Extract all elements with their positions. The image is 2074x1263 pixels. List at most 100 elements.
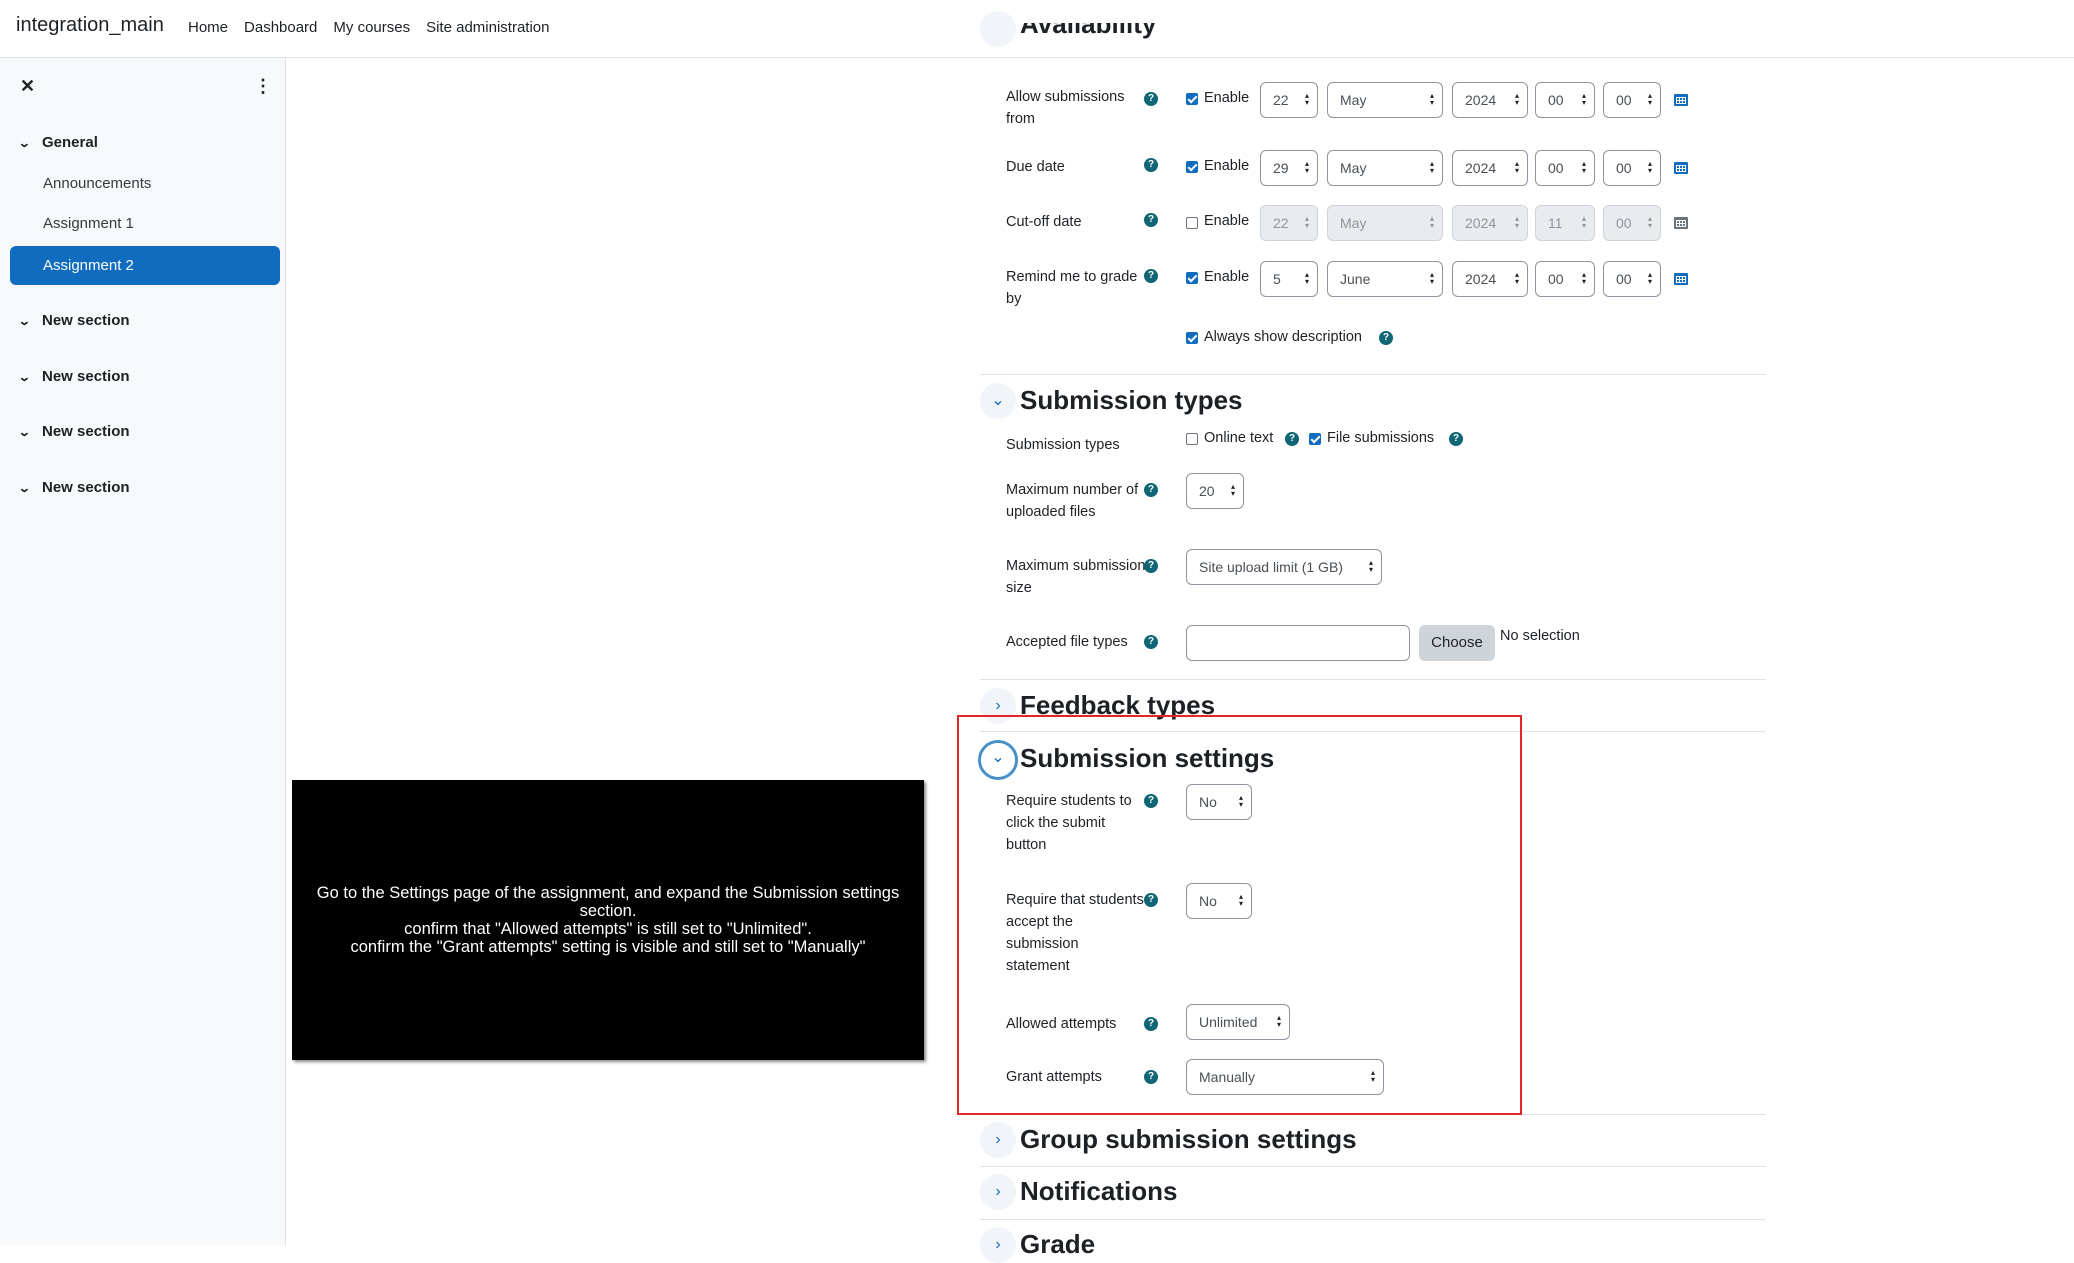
file-submissions-checkbox[interactable]: [1309, 433, 1321, 445]
nav-dashboard[interactable]: Dashboard: [244, 19, 317, 36]
submission-types-heading: Submission types: [1020, 385, 1243, 415]
due-date-day-select[interactable]: 29: [1260, 150, 1318, 186]
allow-submissions-from-label: Allow submissions from: [1006, 89, 1125, 127]
help-icon[interactable]: ?: [1144, 794, 1158, 808]
help-icon[interactable]: ?: [1285, 432, 1299, 446]
group-submission-settings-toggle[interactable]: ›: [980, 1122, 1016, 1158]
nav-my-courses[interactable]: My courses: [333, 19, 410, 36]
always-show-description-checkbox[interactable]: [1186, 332, 1198, 344]
enable-label: Enable: [1204, 213, 1250, 229]
availability-heading: Availability: [1020, 23, 1156, 57]
section-divider: [980, 1166, 1766, 1167]
allow-submissions-month-select[interactable]: May: [1327, 82, 1443, 118]
file-submissions-label: File submissions: [1327, 430, 1435, 446]
close-icon[interactable]: ✕: [20, 76, 35, 97]
remind-grade-enable-checkbox[interactable]: [1186, 272, 1198, 284]
primary-navigation: Home Dashboard My courses Site administr…: [188, 19, 566, 36]
help-icon[interactable]: ?: [1144, 1017, 1158, 1031]
allowed-attempts-select[interactable]: Unlimited: [1186, 1004, 1290, 1040]
remind-grade-minute-select[interactable]: 00: [1603, 261, 1661, 297]
online-text-checkbox[interactable]: [1186, 433, 1198, 445]
require-submit-button-select[interactable]: No: [1186, 784, 1252, 820]
due-date-enable-checkbox[interactable]: [1186, 161, 1198, 173]
due-date-month-select[interactable]: May: [1327, 150, 1443, 186]
allow-submissions-hour-select[interactable]: 00: [1535, 82, 1595, 118]
feedback-types-toggle[interactable]: ›: [980, 688, 1016, 724]
submission-settings-heading: Submission settings: [1020, 743, 1275, 773]
help-icon[interactable]: ?: [1449, 432, 1463, 446]
remind-grade-hour-select[interactable]: 00: [1535, 261, 1595, 297]
help-icon[interactable]: ?: [1379, 331, 1393, 345]
submission-types-toggle[interactable]: ⌄: [980, 383, 1016, 419]
notifications-heading: Notifications: [1020, 1176, 1178, 1206]
due-date-hour-select[interactable]: 00: [1535, 150, 1595, 186]
help-icon[interactable]: ?: [1144, 559, 1158, 573]
max-submission-size-select[interactable]: Site upload limit (1 GB): [1186, 549, 1382, 585]
allowed-attempts-label: Allowed attempts: [1006, 1016, 1117, 1032]
help-icon[interactable]: ?: [1144, 635, 1158, 649]
calendar-icon[interactable]: [1674, 161, 1688, 174]
nav-site-administration[interactable]: Site administration: [426, 19, 549, 36]
require-submission-statement-select[interactable]: No: [1186, 883, 1252, 919]
remind-grade-year-select[interactable]: 2024: [1452, 261, 1528, 297]
activity-assignment-1[interactable]: Assignment 1: [43, 215, 134, 232]
help-icon[interactable]: ?: [1144, 893, 1158, 907]
section-general[interactable]: ⌄ General: [17, 134, 98, 151]
instruction-overlay: Go to the Settings page of the assignmen…: [292, 780, 924, 1060]
section-title: New section: [42, 368, 130, 385]
section-divider: [980, 731, 1766, 732]
calendar-icon[interactable]: [1674, 93, 1688, 106]
accepted-file-types-input[interactable]: [1186, 625, 1410, 661]
allow-submissions-day-select[interactable]: 22: [1260, 82, 1318, 118]
submission-settings-toggle[interactable]: ⌄: [978, 740, 1018, 780]
section-new-3[interactable]: ⌄ New section: [18, 423, 130, 440]
cut-off-date-month-select: May: [1327, 205, 1443, 241]
max-uploaded-files-label: Maximum number of uploaded files: [1006, 482, 1139, 520]
calendar-icon[interactable]: [1674, 272, 1688, 285]
section-new-1[interactable]: ⌄ New section: [18, 312, 130, 329]
section-new-4[interactable]: ⌄ New section: [18, 479, 130, 496]
help-icon[interactable]: ?: [1144, 483, 1158, 497]
site-brand[interactable]: integration_main: [16, 14, 164, 37]
online-text-label: Online text: [1204, 430, 1274, 446]
help-icon[interactable]: ?: [1144, 92, 1158, 106]
grade-toggle[interactable]: ›: [980, 1227, 1016, 1263]
availability-toggle[interactable]: [980, 11, 1016, 47]
cut-off-date-year-select: 2024: [1452, 205, 1528, 241]
allow-submissions-year-select[interactable]: 2024: [1452, 82, 1528, 118]
allow-submissions-enable-checkbox[interactable]: [1186, 93, 1198, 105]
section-title: New section: [42, 423, 130, 440]
section-divider: [980, 374, 1766, 375]
section-title: New section: [42, 312, 130, 329]
cut-off-date-day-select: 22: [1260, 205, 1318, 241]
activity-assignment-2-current[interactable]: Assignment 2: [10, 246, 280, 285]
calendar-icon: [1674, 217, 1688, 229]
max-submission-size-label: Maximum submission size: [1006, 558, 1146, 596]
chevron-down-icon: ⌄: [17, 135, 31, 150]
nav-home[interactable]: Home: [188, 19, 228, 36]
kebab-menu-icon[interactable]: ⋮: [254, 76, 272, 97]
section-title: General: [42, 134, 98, 151]
remind-grade-day-select[interactable]: 5: [1260, 261, 1318, 297]
cut-off-date-enable-checkbox[interactable]: [1186, 217, 1198, 229]
section-divider: [980, 1114, 1766, 1115]
help-icon[interactable]: ?: [1144, 269, 1158, 283]
allow-submissions-minute-select[interactable]: 00: [1603, 82, 1661, 118]
help-icon[interactable]: ?: [1144, 1070, 1158, 1084]
section-new-2[interactable]: ⌄ New section: [18, 368, 130, 385]
activity-announcements[interactable]: Announcements: [43, 175, 151, 192]
grant-attempts-select[interactable]: Manually: [1186, 1059, 1384, 1095]
accepted-file-types-label: Accepted file types: [1006, 634, 1128, 650]
max-uploaded-files-select[interactable]: 20: [1186, 473, 1244, 509]
choose-file-types-button[interactable]: Choose: [1419, 625, 1495, 661]
chevron-right-icon: ›: [995, 1183, 1001, 1200]
instruction-text: Go to the Settings page of the assignmen…: [316, 884, 900, 956]
notifications-toggle[interactable]: ›: [980, 1174, 1016, 1210]
due-date-year-select[interactable]: 2024: [1452, 150, 1528, 186]
enable-label: Enable: [1204, 90, 1250, 106]
chevron-down-icon: ⌄: [991, 392, 1005, 409]
help-icon[interactable]: ?: [1144, 158, 1158, 172]
help-icon[interactable]: ?: [1144, 213, 1158, 227]
due-date-minute-select[interactable]: 00: [1603, 150, 1661, 186]
remind-grade-month-select[interactable]: June: [1327, 261, 1443, 297]
